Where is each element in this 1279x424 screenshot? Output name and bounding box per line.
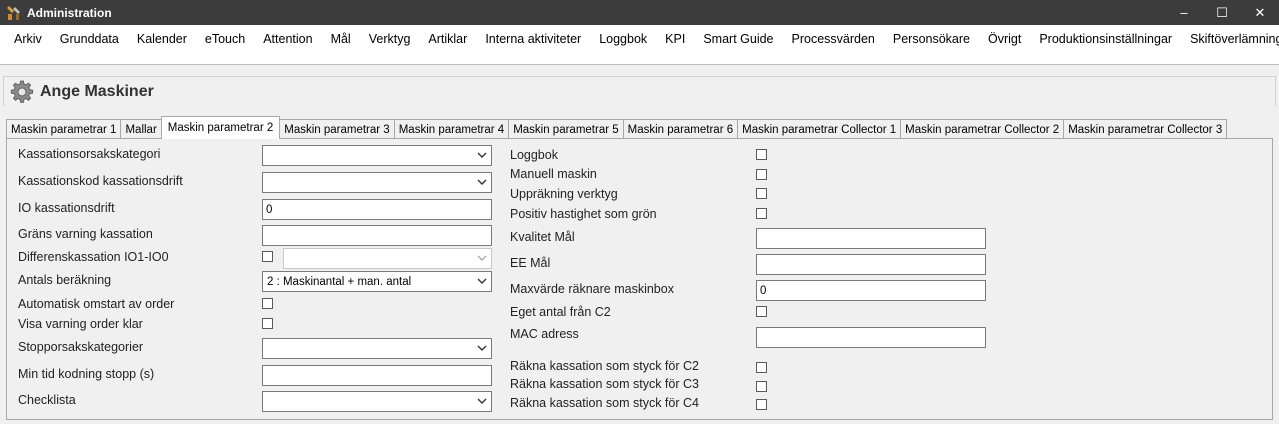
differenskassation-select[interactable]	[283, 248, 492, 269]
positiv-hastighet-label: Positiv hastighet som grön	[510, 207, 657, 221]
menu-item-artiklar[interactable]: Artiklar	[419, 32, 476, 46]
rakna-c2-checkbox[interactable]	[756, 362, 767, 373]
antals-berakning-select[interactable]: 2 : Maskinantal + man. antal	[262, 271, 492, 292]
rakna-c4-label: Räkna kassation som styck för C4	[510, 396, 699, 410]
menu-item-attention[interactable]: Attention	[254, 32, 321, 46]
kvalitet-mal-label: Kvalitet Mål	[510, 230, 575, 244]
maximize-button[interactable]: ☐	[1203, 0, 1241, 25]
positiv-hastighet-checkbox[interactable]	[756, 208, 767, 219]
loggbok-label: Loggbok	[510, 148, 558, 162]
antals-berakning-label: Antals beräkning	[18, 273, 112, 287]
checklista-label: Checklista	[18, 393, 76, 407]
menu-item-grunddata[interactable]: Grunddata	[51, 32, 128, 46]
automatisk-omstart-checkbox[interactable]	[262, 298, 273, 309]
kvalitet-mal-input[interactable]	[756, 228, 986, 249]
menu-item-arkiv[interactable]: Arkiv	[5, 32, 51, 46]
tab-maskin-parametrar-2[interactable]: Maskin parametrar 2	[160, 116, 281, 139]
maxvarde-label: Maxvärde räknare maskinbox	[510, 282, 674, 296]
mac-adress-label: MAC adress	[510, 327, 579, 341]
min-tid-input[interactable]	[262, 365, 492, 386]
tab-strip: Maskin parametrar 1 Mallar Maskin parame…	[6, 116, 1228, 139]
io-kassationsdrift-input[interactable]: 0	[262, 199, 492, 220]
kassationsorsakskategori-label: Kassationsorsakskategori	[18, 147, 161, 161]
chevron-down-icon	[477, 152, 487, 158]
page-title: Ange Maskiner	[40, 82, 154, 100]
rakna-c4-checkbox[interactable]	[756, 399, 767, 410]
antals-berakning-value: 2 : Maskinantal + man. antal	[267, 275, 412, 288]
menu-item-produktionsinstallningar[interactable]: Produktionsinställningar	[1030, 32, 1181, 46]
menu-item-interna-aktiviteter[interactable]: Interna aktiviteter	[476, 32, 590, 46]
toolbar-area	[0, 53, 1279, 65]
stopporsakskategorier-label: Stopporsakskategorier	[18, 340, 144, 354]
grans-varning-label: Gräns varning kassation	[18, 227, 153, 241]
tools-icon	[7, 5, 20, 20]
menu-item-kalender[interactable]: Kalender	[128, 32, 196, 46]
window-title: Administration	[27, 5, 112, 20]
min-tid-label: Min tid kodning stopp (s)	[18, 367, 155, 381]
rakna-c2-label: Räkna kassation som styck för C2	[510, 359, 699, 373]
tab-collector-2[interactable]: Maskin parametrar Collector 2	[900, 119, 1065, 139]
tab-maskin-parametrar-6[interactable]: Maskin parametrar 6	[622, 119, 739, 139]
io-kassationsdrift-label: IO kassationsdrift	[18, 201, 115, 215]
chevron-down-icon	[477, 278, 487, 284]
menu-bar: Arkiv Grunddata Kalender eTouch Attentio…	[0, 25, 1279, 53]
ee-mal-label: EE Mål	[510, 256, 551, 270]
tab-maskin-parametrar-4[interactable]: Maskin parametrar 4	[393, 119, 510, 139]
rakna-c3-checkbox[interactable]	[756, 381, 767, 392]
menu-item-smart-guide[interactable]: Smart Guide	[694, 32, 782, 46]
gear-icon	[10, 80, 34, 103]
stopporsakskategorier-select[interactable]	[262, 338, 492, 359]
upprakning-verktyg-label: Uppräkning verktyg	[510, 187, 618, 201]
differenskassation-checkbox[interactable]	[262, 251, 273, 262]
tab-mallar[interactable]: Mallar	[120, 119, 162, 139]
differenskassation-label: Differenskassation IO1-IO0	[18, 250, 169, 264]
menu-item-verktyg[interactable]: Verktyg	[360, 32, 420, 46]
grans-varning-input[interactable]	[262, 225, 492, 246]
eget-antal-label: Eget antal från C2	[510, 305, 611, 319]
maxvarde-input[interactable]: 0	[756, 280, 986, 301]
automatisk-omstart-label: Automatisk omstart av order	[18, 297, 175, 311]
tab-collector-3[interactable]: Maskin parametrar Collector 3	[1063, 119, 1228, 139]
eget-antal-checkbox[interactable]	[756, 306, 767, 317]
menu-item-processvarden[interactable]: Processvärden	[783, 32, 884, 46]
visa-varning-label: Visa varning order klar	[18, 317, 143, 331]
page-header: Ange Maskiner	[3, 76, 1276, 106]
kassationsorsakskategori-select[interactable]	[262, 145, 492, 166]
mac-adress-input[interactable]	[756, 327, 986, 348]
chevron-down-icon	[477, 255, 487, 261]
menu-item-mal[interactable]: Mål	[322, 32, 360, 46]
menu-item-kpi[interactable]: KPI	[656, 32, 694, 46]
tab-collector-1[interactable]: Maskin parametrar Collector 1	[737, 119, 902, 139]
rakna-c3-label: Räkna kassation som styck för C3	[510, 377, 699, 391]
minimize-button[interactable]: –	[1165, 0, 1203, 25]
tab-panel: Kassationsorsakskategori Kassationskod k…	[6, 138, 1273, 420]
loggbok-checkbox[interactable]	[756, 149, 767, 160]
manuell-maskin-label: Manuell maskin	[510, 167, 597, 181]
manuell-maskin-checkbox[interactable]	[756, 169, 767, 180]
chevron-down-icon	[477, 345, 487, 351]
menu-item-loggbok[interactable]: Loggbok	[590, 32, 656, 46]
menu-item-ovrigt[interactable]: Övrigt	[979, 32, 1030, 46]
window-controls: – ☐ ✕	[1165, 0, 1279, 25]
menu-item-etouch[interactable]: eTouch	[196, 32, 254, 46]
chevron-down-icon	[477, 398, 487, 404]
checklista-select[interactable]	[262, 391, 492, 412]
menu-item-skiftoverlamning[interactable]: Skiftöverlämning	[1181, 32, 1279, 46]
upprakning-verktyg-checkbox[interactable]	[756, 188, 767, 199]
kassationskod-label: Kassationskod kassationsdrift	[18, 174, 183, 188]
title-bar: Administration – ☐ ✕	[0, 0, 1279, 25]
visa-varning-checkbox[interactable]	[262, 318, 273, 329]
tab-maskin-parametrar-3[interactable]: Maskin parametrar 3	[279, 119, 395, 139]
chevron-down-icon	[477, 179, 487, 185]
close-button[interactable]: ✕	[1241, 0, 1279, 25]
ee-mal-input[interactable]	[756, 254, 986, 275]
tab-maskin-parametrar-5[interactable]: Maskin parametrar 5	[508, 119, 624, 139]
menu-item-personsokare[interactable]: Personsökare	[884, 32, 979, 46]
kassationskod-select[interactable]	[262, 172, 492, 193]
tab-maskin-parametrar-1[interactable]: Maskin parametrar 1	[6, 119, 122, 139]
